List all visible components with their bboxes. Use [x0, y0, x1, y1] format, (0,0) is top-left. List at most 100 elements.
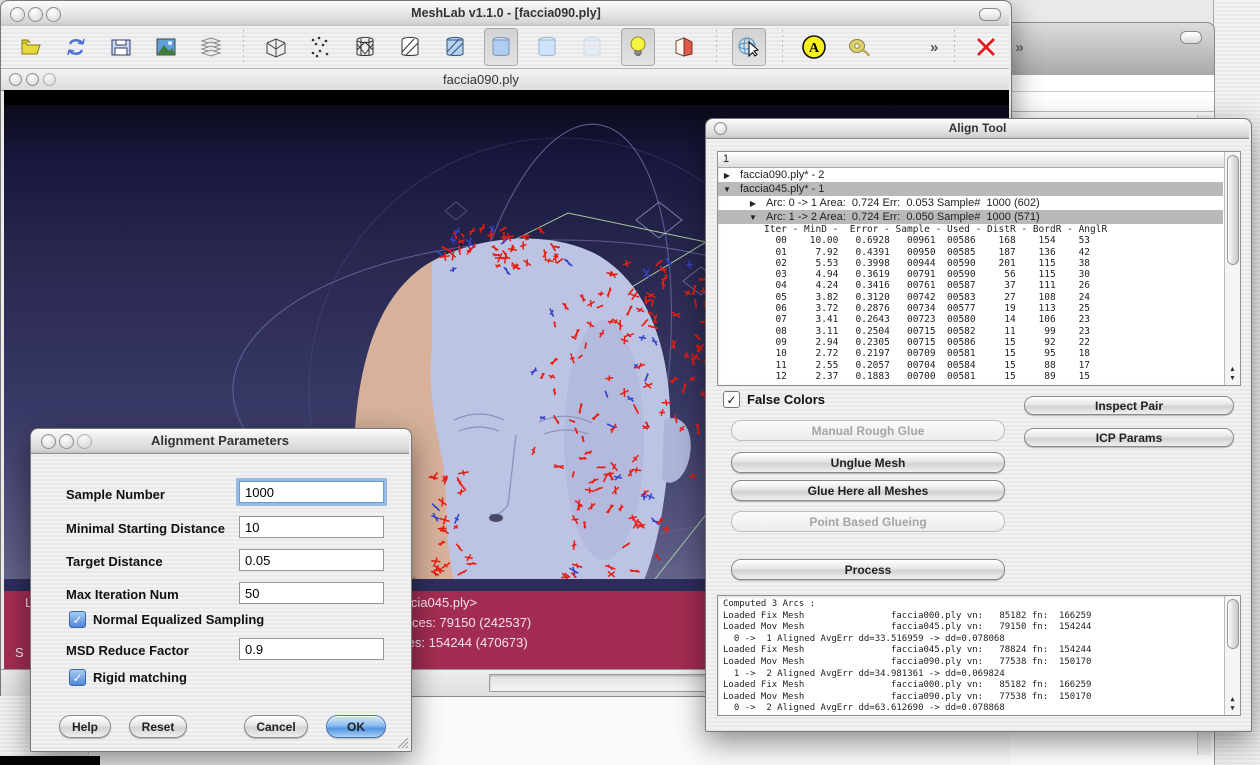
log-line: Loaded Fix Mesh faccia000.ply vn: 85182 … — [718, 611, 1223, 623]
light-icon[interactable] — [621, 28, 655, 66]
align-tool-titlebar: Align Tool — [706, 119, 1249, 139]
trackball-icon[interactable] — [732, 28, 766, 66]
resize-grip-icon[interactable] — [397, 737, 409, 749]
bounding-box-icon[interactable] — [259, 29, 291, 65]
false-colors-checkbox[interactable]: ✓ False Colors — [723, 391, 825, 408]
text-annotation-icon[interactable]: A — [798, 29, 830, 65]
glue-here-all-meshes-button[interactable]: Glue Here all Meshes — [731, 480, 1005, 501]
checkmark-icon: ✓ — [72, 613, 82, 627]
log-box[interactable]: Computed 3 Arcs :Loaded Fix Mesh faccia0… — [717, 595, 1241, 716]
toolbar-toggle-pill[interactable] — [1180, 31, 1202, 44]
layers-icon[interactable] — [195, 29, 227, 65]
tree-row[interactable]: ▶Arc: 0 -> 1 Area: 0.724 Err: 0.053 Samp… — [718, 196, 1223, 210]
collapse-triangle-icon[interactable]: ▼ — [748, 213, 758, 222]
max-iteration-field[interactable] — [239, 582, 384, 604]
tree-scrollbar[interactable]: ▲ ▼ — [1224, 152, 1240, 385]
rigid-matching-checkbox[interactable]: ✓ Rigid matching — [69, 669, 187, 686]
iteration-table-row: 04 4.24 0.3416 00761 00587 37 111 26 — [718, 280, 1240, 291]
flat-shaded-icon[interactable] — [484, 28, 518, 66]
tree-scrollbar-thumb[interactable] — [1227, 155, 1239, 265]
log-line: Loaded Mov Mesh faccia090.ply vn: 77538 … — [718, 692, 1223, 704]
tree-row[interactable]: ▶ faccia090.ply* - 2 — [718, 168, 1223, 182]
main-toolbar: A » » — [1, 26, 1009, 69]
iteration-table-row: 08 3.11 0.2504 00715 00582 11 99 23 — [718, 326, 1240, 337]
toolbar-separator — [713, 30, 719, 64]
collapse-triangle-icon[interactable]: ▼ — [722, 185, 732, 194]
process-button[interactable]: Process — [731, 559, 1005, 580]
reload-icon[interactable] — [60, 29, 92, 65]
tree-scrollbar-arrows[interactable]: ▲ ▼ — [1226, 365, 1239, 383]
main-toolbar-toggle-pill[interactable] — [979, 8, 1001, 21]
close-button[interactable] — [10, 7, 25, 22]
zoom-button[interactable] — [46, 7, 61, 22]
align-tool-title: Align Tool — [706, 121, 1249, 135]
points-icon[interactable] — [304, 29, 336, 65]
log-line: Loaded Fix Mesh faccia000.ply vn: 85182 … — [718, 680, 1223, 692]
iteration-table-row: 03 4.94 0.3619 00791 00590 56 115 30 — [718, 269, 1240, 280]
tree-row[interactable]: ▼Arc: 1 -> 2 Area: 0.724 Err: 0.050 Samp… — [718, 210, 1223, 224]
iteration-table-row: 11 2.55 0.2057 00704 00584 15 88 17 — [718, 360, 1240, 371]
unglue-mesh-button[interactable]: Unglue Mesh — [731, 452, 1005, 473]
target-distance-field[interactable] — [239, 549, 384, 571]
iteration-table-row: 02 5.53 0.3998 00944 00590 201 115 38 — [718, 258, 1240, 269]
log-scrollbar-arrows[interactable]: ▲ ▼ — [1226, 695, 1239, 713]
msd-reduce-factor-field[interactable] — [239, 638, 384, 660]
more-tools-icon[interactable]: » — [930, 39, 938, 56]
hidden-lines-icon[interactable] — [394, 29, 426, 65]
icp-params-button[interactable]: ICP Params — [1024, 428, 1234, 447]
scroll-up-arrow-icon: ▲ — [1226, 365, 1239, 374]
checkmark-icon: ✓ — [72, 671, 82, 685]
align-tool-window: Align Tool 1 ▶ faccia090.ply* - 2▼faccia0… — [705, 118, 1252, 732]
minimize-button[interactable] — [28, 7, 43, 22]
tree-column-header[interactable]: 1 — [718, 152, 1240, 168]
iteration-table-row: 00 10.00 0.6928 00961 00586 168 154 53 — [718, 235, 1240, 246]
tree-row[interactable]: ▼faccia045.ply* - 1 — [718, 182, 1223, 196]
measure-icon[interactable] — [843, 29, 875, 65]
log-line: Loaded Mov Mesh faccia045.ply vn: 79150 … — [718, 622, 1223, 634]
point-based-glueing-button[interactable]: Point Based Glueing — [731, 511, 1005, 532]
texture-icon[interactable] — [576, 29, 608, 65]
more-icon[interactable]: » — [1015, 39, 1023, 56]
cancel-button[interactable]: Cancel — [244, 715, 308, 738]
params-titlebar: Alignment Parameters — [31, 429, 409, 454]
document-titlebar: faccia090.ply — [1, 69, 1009, 91]
ok-button[interactable]: OK — [326, 715, 386, 738]
log-scrollbar[interactable]: ▲ ▼ — [1224, 596, 1240, 715]
iteration-table-row: 06 3.72 0.2876 00734 00577 19 113 25 — [718, 303, 1240, 314]
node-tree-list[interactable]: 1 ▶ faccia090.ply* - 2▼faccia045.ply* - 1… — [717, 151, 1241, 386]
min-start-distance-field[interactable] — [239, 516, 384, 538]
reset-button[interactable]: Reset — [129, 715, 187, 738]
expand-triangle-icon[interactable]: ▶ — [722, 171, 732, 180]
min-start-distance-label: Minimal Starting Distance — [66, 521, 225, 536]
log-line: Loaded Mov Mesh faccia090.ply vn: 77538 … — [718, 657, 1223, 669]
sample-number-field[interactable] — [239, 481, 384, 503]
smooth-shaded-icon[interactable] — [531, 29, 563, 65]
help-button[interactable]: Help — [59, 715, 111, 738]
snapshot-icon[interactable] — [150, 29, 182, 65]
manual-rough-glue-button[interactable]: Manual Rough Glue — [731, 420, 1005, 441]
normal-equalized-sampling-checkbox[interactable]: ✓ Normal Equalized Sampling — [69, 611, 264, 628]
tree-row-label: faccia090.ply* - 2 — [740, 169, 824, 181]
iteration-table-row: 10 2.72 0.2197 00709 00581 15 95 18 — [718, 348, 1240, 359]
wireframe-icon[interactable] — [349, 29, 381, 65]
toolbar-separator — [240, 30, 246, 64]
flat-lines-icon[interactable] — [439, 29, 471, 65]
background-window-titlebar — [1005, 22, 1215, 77]
log-line: 0 -> 2 Aligned AvgErr dd=63.612690 -> dd… — [718, 703, 1223, 715]
backface-culling-icon[interactable] — [668, 29, 700, 65]
inspect-pair-button[interactable]: Inspect Pair — [1024, 396, 1234, 415]
delete-mesh-icon[interactable] — [970, 29, 1002, 65]
rigid-matching-label: Rigid matching — [93, 670, 187, 685]
iteration-table-row: 12 2.37 0.1883 00700 00581 15 89 15 — [718, 371, 1240, 382]
log-scrollbar-thumb[interactable] — [1227, 599, 1239, 649]
clipped-text-fragment: S — [15, 645, 24, 660]
false-colors-label: False Colors — [747, 392, 825, 407]
alignment-parameters-dialog: Alignment Parameters Sample Number Minim… — [30, 428, 412, 752]
target-distance-label: Target Distance — [66, 554, 163, 569]
save-icon[interactable] — [105, 29, 137, 65]
letter-a-glyph: A — [809, 41, 820, 56]
log-line: 0 -> 1 Aligned AvgErr dd=33.516959 -> dd… — [718, 634, 1223, 646]
open-icon[interactable] — [15, 29, 47, 65]
iteration-table-row: 05 3.82 0.3120 00742 00583 27 108 24 — [718, 292, 1240, 303]
expand-triangle-icon[interactable]: ▶ — [748, 199, 758, 208]
